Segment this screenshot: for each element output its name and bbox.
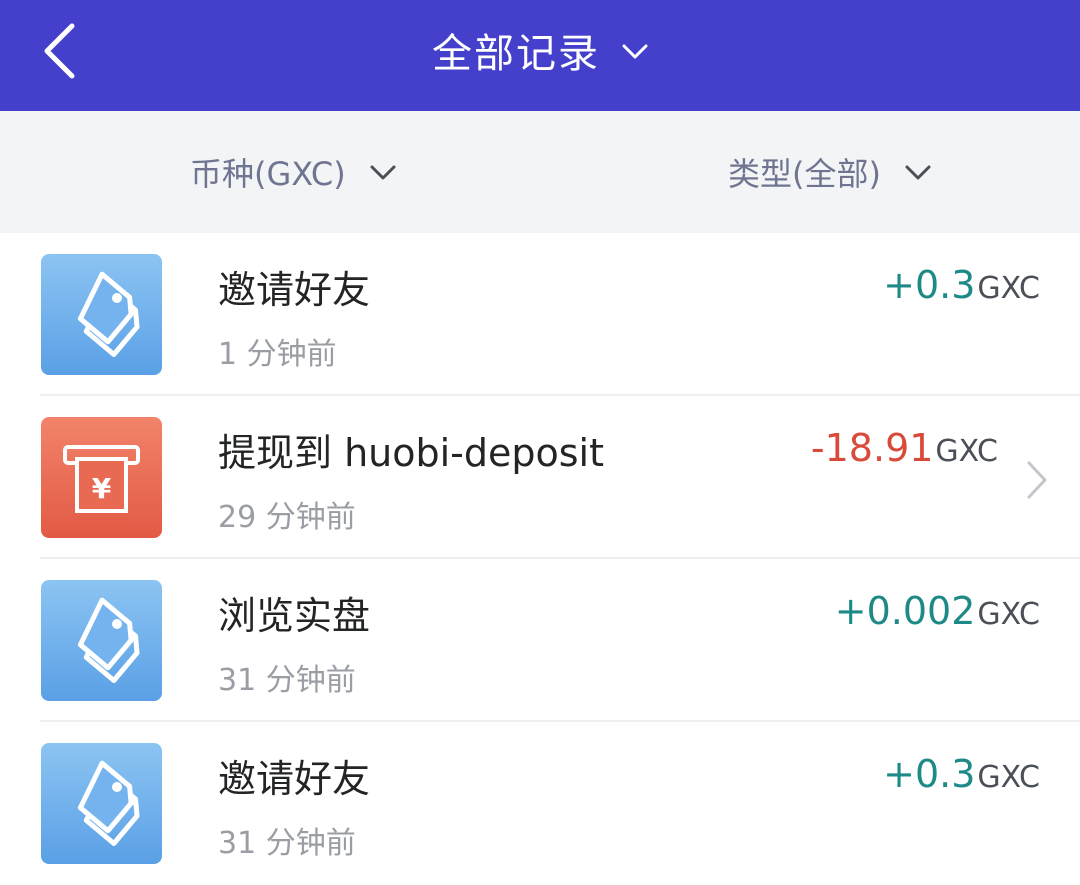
record-time: 31 分钟前 xyxy=(218,663,356,698)
page-title: 全部记录 xyxy=(432,31,600,77)
record-title: 邀请好友 xyxy=(218,757,371,801)
record-row[interactable]: 浏览实盘 31 分钟前 +0.002GXC xyxy=(0,559,1080,722)
coin-filter-label: 币种(GXC) xyxy=(190,155,346,193)
amount-value: +0.3 xyxy=(883,263,976,307)
record-amount: +0.3GXC xyxy=(883,752,1040,796)
record-amount: -18.91GXC xyxy=(811,426,998,470)
record-row[interactable]: 邀请好友 31 分钟前 +0.3GXC xyxy=(0,722,1080,885)
tag-icon xyxy=(41,743,162,864)
record-time: 1 分钟前 xyxy=(218,337,337,372)
svg-text:¥: ¥ xyxy=(92,472,112,505)
amount-unit: GXC xyxy=(935,434,998,469)
record-row[interactable]: 邀请好友 1 分钟前 +0.3GXC xyxy=(0,233,1080,396)
amount-value: +0.002 xyxy=(834,589,976,633)
chevron-down-icon xyxy=(622,44,648,59)
coin-filter[interactable]: 币种(GXC) xyxy=(190,111,396,233)
withdraw-yuan-icon: ¥ xyxy=(41,417,162,538)
chevron-down-icon xyxy=(905,165,931,180)
record-time: 29 分钟前 xyxy=(218,500,356,535)
filter-bar: 币种(GXC) 类型(全部) xyxy=(0,111,1080,233)
chevron-right-icon[interactable] xyxy=(1026,460,1048,500)
record-title: 浏览实盘 xyxy=(218,594,371,638)
record-row[interactable]: ¥ 提现到 huobi-deposit 29 分钟前 -18.91GXC xyxy=(0,396,1080,559)
amount-value: +0.3 xyxy=(883,752,976,796)
type-filter[interactable]: 类型(全部) xyxy=(728,111,931,233)
amount-unit: GXC xyxy=(977,271,1040,306)
record-amount: +0.3GXC xyxy=(883,263,1040,307)
record-title: 邀请好友 xyxy=(218,268,371,312)
tag-icon xyxy=(41,254,162,375)
amount-value: -18.91 xyxy=(810,426,934,470)
app-header: 全部记录 xyxy=(0,0,1080,111)
tag-icon xyxy=(41,580,162,701)
type-filter-label: 类型(全部) xyxy=(728,155,881,193)
record-amount: +0.002GXC xyxy=(835,589,1040,633)
record-title: 提现到 huobi-deposit xyxy=(218,431,605,475)
amount-unit: GXC xyxy=(977,597,1040,632)
amount-unit: GXC xyxy=(977,760,1040,795)
record-type-dropdown[interactable]: 全部记录 xyxy=(0,0,1080,100)
chevron-down-icon xyxy=(370,165,396,180)
record-time: 31 分钟前 xyxy=(218,826,356,861)
